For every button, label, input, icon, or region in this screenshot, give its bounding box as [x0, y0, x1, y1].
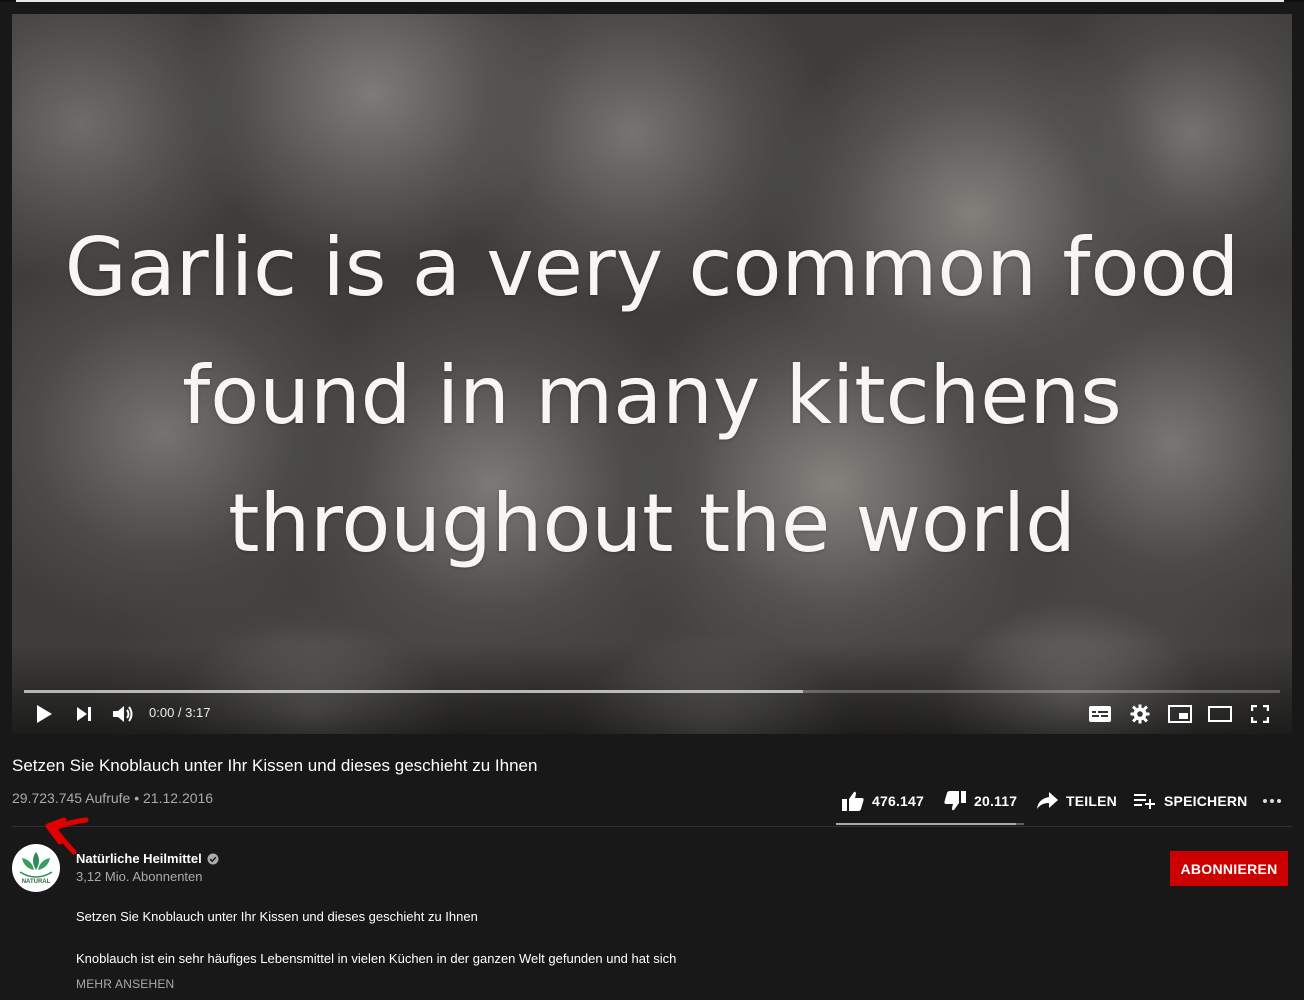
next-button[interactable]	[72, 702, 96, 726]
time-display: 0:00 / 3:17	[149, 705, 211, 720]
video-player[interactable]: Garlic is a very common food found in ma…	[12, 14, 1292, 734]
upload-date: 21.12.2016	[143, 790, 214, 806]
play-icon	[37, 705, 52, 723]
gear-icon	[1130, 704, 1150, 724]
volume-icon	[113, 706, 133, 722]
share-label: TEILEN	[1066, 793, 1117, 809]
like-button[interactable]: 476.147	[842, 788, 924, 814]
divider	[12, 826, 1292, 827]
more-actions-button[interactable]	[1262, 788, 1282, 814]
play-button[interactable]	[32, 702, 56, 726]
annotation-arrow-icon	[45, 817, 89, 855]
subtitles-button[interactable]	[1088, 702, 1112, 726]
thumbs-up-icon	[842, 791, 864, 811]
like-count: 476.147	[872, 793, 925, 809]
thumbs-down-icon	[944, 791, 966, 811]
dislike-count: 20.117	[974, 793, 1018, 809]
avatar-logo-text: NATURAL	[22, 879, 51, 885]
channel-name[interactable]: Natürliche Heilmittel	[76, 851, 219, 866]
save-button[interactable]: SPEICHERN	[1134, 788, 1247, 814]
verified-badge-icon	[207, 853, 219, 864]
theater-icon	[1208, 706, 1232, 722]
current-time: 0:00	[149, 705, 175, 720]
miniplayer-icon	[1168, 705, 1192, 723]
volume-button[interactable]	[110, 702, 136, 726]
playlist-add-icon	[1134, 794, 1155, 809]
view-count: 29.723.745 Aufrufe	[12, 790, 131, 806]
duration: 3:17	[185, 705, 211, 720]
sentiment-bar	[836, 823, 1024, 825]
video-caption: Garlic is a very common food found in ma…	[12, 204, 1292, 588]
description-line-2: Knoblauch ist ein sehr häufiges Lebensmi…	[76, 951, 677, 966]
share-icon	[1037, 792, 1058, 809]
miniplayer-button[interactable]	[1168, 702, 1192, 726]
channel-name-text[interactable]: Natürliche Heilmittel	[76, 851, 202, 866]
top-highlight	[16, 0, 1284, 2]
buffered-bar	[24, 690, 803, 693]
subtitles-icon	[1089, 706, 1111, 722]
sentiment-bar-like-fill	[836, 823, 1017, 825]
caption-line-2: found in many kitchens	[182, 349, 1122, 442]
fullscreen-button[interactable]	[1248, 702, 1272, 726]
meta-separator: •	[130, 790, 144, 806]
share-button[interactable]: TEILEN	[1036, 788, 1117, 814]
more-horizontal-icon	[1263, 799, 1281, 803]
save-label: SPEICHERN	[1164, 793, 1248, 809]
top-border	[0, 0, 1304, 2]
description-line-1: Setzen Sie Knoblauch unter Ihr Kissen un…	[76, 909, 478, 924]
subscriber-count: 3,12 Mio. Abonnenten	[76, 869, 203, 884]
video-meta: 29.723.745 Aufrufe • 21.12.2016	[12, 790, 213, 806]
fullscreen-icon	[1251, 705, 1269, 723]
caption-line-3: throughout the world	[228, 477, 1076, 570]
progress-bar[interactable]	[24, 690, 1280, 693]
settings-button[interactable]	[1128, 702, 1152, 726]
dislike-button[interactable]: 20.117	[944, 788, 1017, 814]
show-more-button[interactable]: MEHR ANSEHEN	[76, 977, 174, 991]
theater-mode-button[interactable]	[1208, 702, 1232, 726]
next-icon	[77, 707, 91, 721]
video-title: Setzen Sie Knoblauch unter Ihr Kissen un…	[12, 756, 538, 775]
caption-line-1: Garlic is a very common food	[64, 221, 1240, 314]
subscribe-button[interactable]: ABONNIEREN	[1170, 851, 1288, 886]
